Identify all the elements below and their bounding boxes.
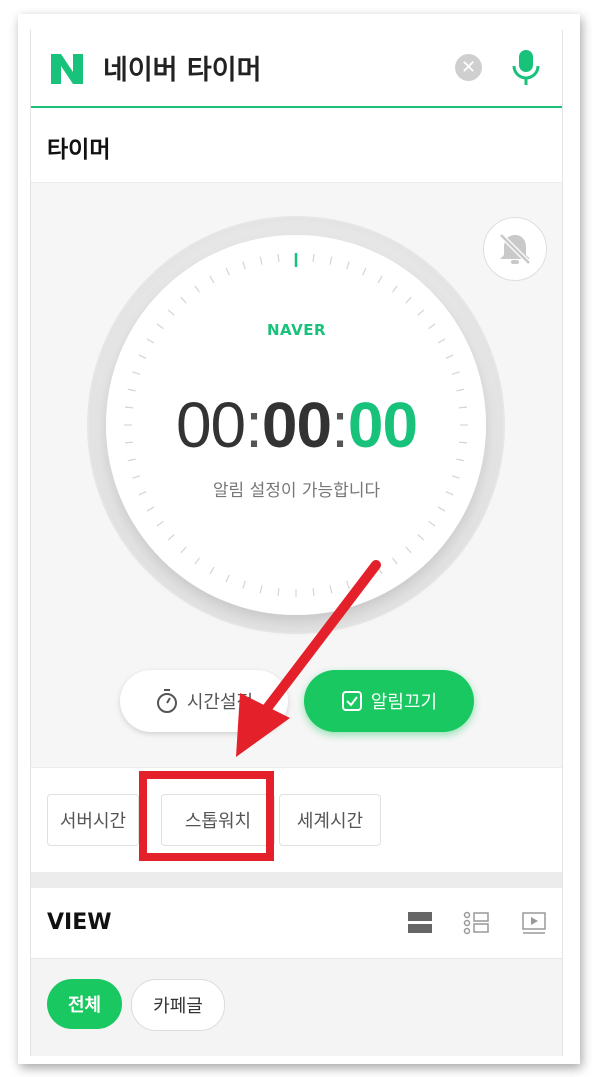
filter-chip-cafe[interactable]: 카페글 <box>131 979 225 1031</box>
detail-view-icon[interactable] <box>463 910 489 936</box>
alarm-off-button[interactable]: 알림끄기 <box>304 670 474 732</box>
search-query[interactable]: 네이버 타이머 <box>103 48 261 87</box>
clear-search-button[interactable]: ✕ <box>455 54 482 81</box>
view-section-title: VIEW <box>47 910 112 935</box>
alarm-off-label: 알림끄기 <box>370 692 438 713</box>
timer-colon: : <box>245 389 263 461</box>
microphone-icon[interactable] <box>509 48 543 88</box>
filter-chip-all[interactable]: 전체 <box>47 979 122 1029</box>
timer-dial[interactable] <box>31 183 562 767</box>
dial-tick <box>312 253 315 262</box>
set-time-button[interactable]: 시간설정 <box>120 670 288 732</box>
set-time-label: 시간설정 <box>186 692 254 713</box>
timer-colon: : <box>331 389 349 461</box>
section-header: 타이머 <box>31 108 562 183</box>
timer-hours: 00 <box>175 389 246 461</box>
view-section: VIEW 전체 카페글 <box>31 888 562 1056</box>
timer-mode-tabs: 서버시간 스톱워치 세계시간 <box>31 767 562 873</box>
timer-widget: NAVER 00:00:00 알림 설정이 가능합니다 시간설정 알림끄기 <box>31 183 562 767</box>
close-icon: ✕ <box>460 57 477 78</box>
section-divider <box>31 872 562 888</box>
list-view-icon[interactable] <box>407 910 433 936</box>
bell-off-icon <box>499 233 531 265</box>
mobile-viewport: 네이버 타이머 ✕ 타이머 NAVER 00:00:00 알림 설정이 가능합니… <box>30 30 563 1056</box>
timer-display: 00:00:00 <box>31 388 562 462</box>
timer-seconds: 00 <box>347 389 418 461</box>
naver-logo-icon <box>51 54 83 84</box>
timer-hint: 알림 설정이 가능합니다 <box>212 481 381 501</box>
dial-tick <box>277 588 280 597</box>
dial-tick <box>312 588 315 597</box>
tab-stopwatch[interactable]: 스톱워치 <box>161 794 275 846</box>
timer-minutes: 00 <box>261 389 332 461</box>
tab-server-time[interactable]: 서버시간 <box>47 794 139 846</box>
search-bar[interactable]: 네이버 타이머 ✕ <box>31 30 562 108</box>
dial-tick <box>277 253 280 262</box>
page-title: 타이머 <box>47 137 111 163</box>
mute-alarm-button[interactable] <box>483 217 547 281</box>
stopwatch-icon <box>156 689 177 713</box>
video-view-icon[interactable] <box>521 910 547 936</box>
tab-world-time[interactable]: 세계시간 <box>279 794 381 846</box>
naver-brand-label: NAVER <box>266 321 327 339</box>
view-filter-bar: 전체 카페글 <box>31 958 562 1056</box>
checkbox-icon <box>341 691 362 711</box>
